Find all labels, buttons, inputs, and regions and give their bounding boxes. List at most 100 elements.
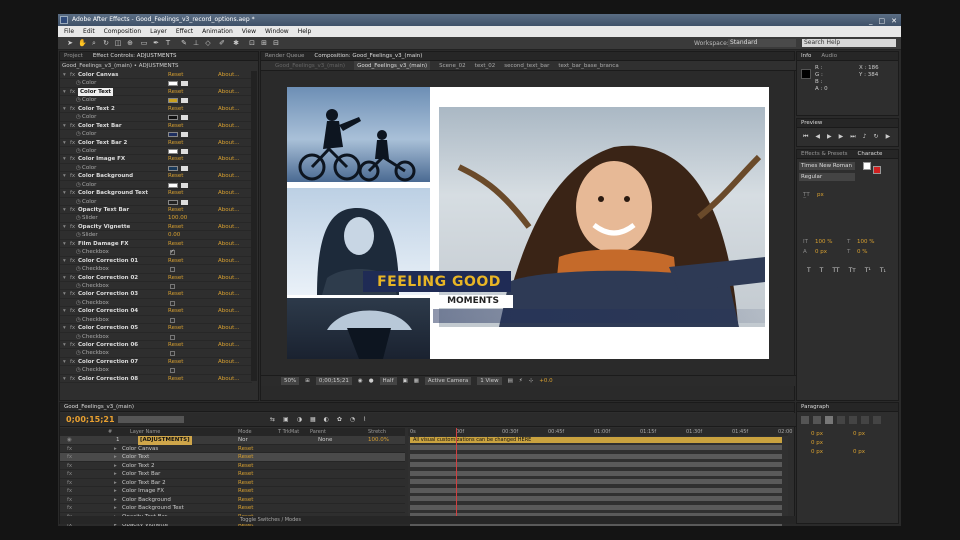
stopwatch-icon[interactable]: ◷ bbox=[76, 96, 81, 104]
menu-file[interactable]: File bbox=[64, 26, 74, 37]
adjustment-layer-name[interactable]: [ADJUSTMENTS] bbox=[138, 436, 192, 445]
stamp-tool-icon[interactable]: ⊥ bbox=[192, 39, 200, 47]
effect-row[interactable]: ▾ fx Opacity Text Bar Reset About... bbox=[60, 206, 252, 215]
checkbox[interactable] bbox=[170, 300, 175, 306]
color-swatch[interactable] bbox=[168, 81, 178, 87]
tab-preview[interactable]: Preview bbox=[801, 119, 822, 127]
view-layout-select[interactable]: 1 View bbox=[477, 377, 502, 385]
brainstorm-icon[interactable]: ✿ bbox=[337, 416, 342, 423]
ram-preview-icon[interactable]: ▶ bbox=[886, 133, 891, 141]
fx-icon[interactable]: fx bbox=[70, 274, 75, 282]
layer-property-row[interactable]: fx ▸ Color Text Reset bbox=[60, 453, 405, 462]
flowchart-icon[interactable]: ⊹ bbox=[529, 376, 534, 386]
fx-icon[interactable]: fx bbox=[70, 88, 75, 96]
draft-3d-icon[interactable]: ▣ bbox=[283, 416, 289, 423]
fx-icon[interactable]: fx bbox=[70, 375, 75, 383]
comp-mini-flowchart-icon[interactable]: ⇆ bbox=[270, 416, 275, 423]
effect-row[interactable]: ▾ fx Opacity Vignette Reset About... bbox=[60, 223, 252, 232]
menu-animation[interactable]: Animation bbox=[202, 26, 233, 37]
fx-icon[interactable]: fx bbox=[70, 257, 75, 265]
fx-icon[interactable]: fx bbox=[70, 290, 75, 298]
adjustment-layer-parent[interactable]: None bbox=[318, 436, 332, 445]
eyedropper-icon[interactable] bbox=[181, 199, 188, 205]
all-caps-icon[interactable]: TT bbox=[832, 267, 839, 274]
twirl-icon[interactable]: ▸ bbox=[114, 479, 117, 488]
loop-icon[interactable]: ↻ bbox=[874, 133, 879, 141]
twirl-icon[interactable]: ▾ bbox=[63, 358, 66, 366]
stopwatch-icon[interactable]: ◷ bbox=[76, 113, 81, 121]
slider-value[interactable]: 100.00 bbox=[168, 214, 187, 222]
property-track[interactable] bbox=[410, 504, 782, 510]
fx-icon[interactable]: fx bbox=[67, 470, 72, 479]
checkbox[interactable] bbox=[170, 317, 175, 323]
twirl-icon[interactable]: ▾ bbox=[63, 274, 66, 282]
view-axis-icon[interactable]: ⊟ bbox=[272, 39, 280, 47]
reset-link[interactable]: Reset bbox=[168, 290, 183, 298]
composition-viewer[interactable]: FEELING GOOD MOMENTS bbox=[287, 87, 769, 359]
stopwatch-icon[interactable]: ◷ bbox=[76, 299, 81, 307]
about-link[interactable]: About... bbox=[218, 341, 240, 349]
timeline-tracks[interactable]: 0s 00f 00:30f 00:45f 01:00f 01:15f 01:30f 01:45… bbox=[408, 428, 792, 526]
eyedropper-icon[interactable] bbox=[181, 81, 188, 87]
color-swatch[interactable] bbox=[168, 182, 178, 188]
subtab-second-text-bar[interactable]: second_text_bar bbox=[504, 61, 549, 70]
stopwatch-icon[interactable]: ◷ bbox=[76, 231, 81, 239]
channel-icon[interactable]: ● bbox=[369, 376, 374, 386]
justify-center-icon[interactable] bbox=[849, 416, 857, 424]
pen-tool-icon[interactable]: ✒ bbox=[152, 39, 160, 47]
reset-link[interactable]: Reset bbox=[168, 341, 183, 349]
about-link[interactable]: About... bbox=[218, 71, 240, 79]
world-axis-icon[interactable]: ⊞ bbox=[260, 39, 268, 47]
current-time-indicator[interactable] bbox=[456, 428, 457, 519]
fx-icon[interactable]: fx bbox=[70, 122, 75, 130]
workspace-select[interactable]: Standard bbox=[728, 39, 796, 47]
twirl-icon[interactable]: ▸ bbox=[114, 453, 117, 462]
fx-icon[interactable]: fx bbox=[67, 496, 72, 505]
effect-row[interactable]: ▾ fx Color Background Reset About... bbox=[60, 172, 252, 181]
stopwatch-icon[interactable]: ◷ bbox=[76, 248, 81, 256]
subtab-scene-02[interactable]: Scene_02 bbox=[439, 61, 466, 70]
twirl-icon[interactable]: ▸ bbox=[114, 462, 117, 471]
tab-timeline[interactable]: Good_Feelings_v3_(main) bbox=[64, 403, 134, 411]
reset-link[interactable]: Reset bbox=[168, 274, 183, 282]
fx-icon[interactable]: fx bbox=[70, 172, 75, 180]
faux-italic-icon[interactable]: T bbox=[820, 267, 824, 274]
property-track[interactable] bbox=[410, 453, 782, 459]
subtab-main[interactable]: Good_Feelings_v3_(main) bbox=[354, 61, 431, 70]
fx-icon[interactable]: fx bbox=[67, 487, 72, 496]
indent-first[interactable]: 0 px bbox=[811, 440, 823, 446]
about-link[interactable]: About... bbox=[218, 375, 240, 383]
resolution-select[interactable]: Half bbox=[379, 377, 397, 385]
graph-editor-icon[interactable]: ⌇ bbox=[363, 416, 366, 423]
local-axis-icon[interactable]: ⊡ bbox=[248, 39, 256, 47]
effect-row[interactable]: ▾ fx Color Text Reset About... bbox=[60, 87, 252, 97]
hand-tool-icon[interactable]: ✋ bbox=[78, 39, 87, 47]
checkbox[interactable] bbox=[170, 267, 175, 273]
search-help-input[interactable]: Search Help bbox=[802, 39, 896, 47]
justify-all-icon[interactable] bbox=[873, 416, 881, 424]
justify-right-icon[interactable] bbox=[861, 416, 869, 424]
about-link[interactable]: About... bbox=[218, 105, 240, 113]
grid-icon[interactable]: ⊞ bbox=[305, 376, 310, 386]
camera-tool-icon[interactable]: ◫ bbox=[114, 39, 122, 47]
zoom-tool-icon[interactable]: ⌕ bbox=[90, 39, 98, 47]
timeline-timecode[interactable]: 0;00;15;21 bbox=[66, 415, 115, 424]
twirl-icon[interactable]: ▾ bbox=[63, 155, 66, 163]
reset-link[interactable]: Reset bbox=[168, 172, 183, 180]
twirl-icon[interactable]: ▸ bbox=[114, 487, 117, 496]
adjustment-layer-row[interactable]: ◉ 1 [ADJUSTMENTS] Nor None 100.0% bbox=[60, 436, 405, 445]
effect-scrollbar[interactable] bbox=[251, 71, 257, 381]
reset-link[interactable]: Reset bbox=[168, 206, 183, 214]
menu-effect[interactable]: Effect bbox=[176, 26, 193, 37]
twirl-icon[interactable]: ▾ bbox=[63, 240, 66, 248]
adjustment-layer-stretch[interactable]: 100.0% bbox=[368, 436, 389, 445]
reset-link[interactable]: Reset bbox=[238, 445, 253, 454]
mask-tool-icon[interactable]: ▭ bbox=[140, 39, 148, 47]
stopwatch-icon[interactable]: ◷ bbox=[76, 265, 81, 273]
twirl-icon[interactable]: ▾ bbox=[63, 139, 66, 147]
indent-left[interactable]: 0 px bbox=[811, 431, 823, 437]
indent-right[interactable]: 0 px bbox=[853, 431, 865, 437]
effect-row[interactable]: ▾ fx Color Correction 07 Reset About... bbox=[60, 358, 252, 367]
reset-link[interactable]: Reset bbox=[168, 122, 183, 130]
fx-icon[interactable]: fx bbox=[67, 479, 72, 488]
